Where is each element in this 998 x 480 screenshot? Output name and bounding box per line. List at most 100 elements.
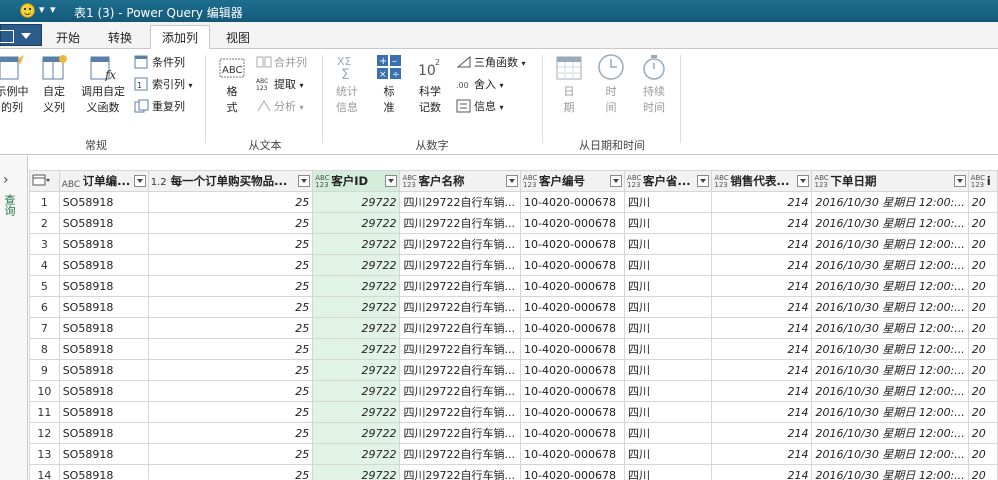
table-cell[interactable]: 10-4020-000678 [520,359,626,381]
tab-transform[interactable]: 转换 [98,26,142,49]
customize-quick-access-icon[interactable]: ▾ [50,3,56,16]
table-cell[interactable]: 10-4020-000678 [520,296,626,318]
table-cell[interactable]: 2016/10/30 星期日 12:00:... [811,254,969,276]
table-cell[interactable]: 四川29722自行车销... [399,296,522,318]
chevron-down-icon[interactable]: ▾ [500,81,504,90]
table-cell[interactable]: SO58918 [58,422,149,444]
table-cell[interactable]: 29722 [312,401,401,423]
table-cell[interactable]: 四川 [624,296,713,318]
table-cell[interactable]: 214 [711,275,813,297]
type-any-icon[interactable]: ABC 123 [627,175,641,189]
column-header[interactable]: ABC 订单编... [58,170,149,192]
table-cell[interactable]: 29722 [312,443,401,465]
table-cell[interactable]: 29722 [312,212,401,234]
invoke-custom-function-button[interactable]: fx 调用自定 义函数 [78,53,128,116]
filter-button[interactable] [610,175,623,187]
column-header[interactable]: ABC 123 客户省... [624,170,713,192]
table-cell[interactable]: 四川29722自行车销... [399,191,522,213]
column-from-examples-button[interactable]: 示例中 的列 [0,53,32,116]
extract-button[interactable]: ABC 123 提取 ▾ [256,75,304,95]
table-cell[interactable]: 20 [967,275,998,297]
table-cell[interactable]: 29722 [312,464,401,480]
type-any-icon[interactable]: ABC 123 [523,175,537,189]
table-cell[interactable]: 10-4020-000678 [520,254,626,276]
table-cell[interactable]: 25 [147,443,314,465]
undo-icon[interactable]: ▾ [39,3,45,16]
table-cell[interactable]: 四川29722自行车销... [399,422,522,444]
parse-button[interactable]: 分析 ▾ [256,97,304,117]
chevron-down-icon[interactable]: ▾ [300,81,304,90]
filter-button[interactable] [506,175,519,187]
table-cell[interactable]: 四川29722自行车销... [399,401,522,423]
duration-button[interactable]: 持续 时间 [634,53,674,116]
table-cell[interactable]: 2016/10/30 星期日 12:00:... [811,380,969,402]
filter-button[interactable] [697,175,710,187]
table-cell[interactable]: 2016/10/30 星期日 12:00:... [811,212,969,234]
select-all-corner[interactable] [29,170,60,192]
column-header[interactable]: ABC 123 下单日期 [811,170,969,192]
column-header-selected[interactable]: ABC 123 客户ID [312,170,401,192]
table-cell[interactable]: 20 [967,401,998,423]
table-cell[interactable]: 29722 [312,422,401,444]
table-cell[interactable]: 四川29722自行车销... [399,380,522,402]
table-cell[interactable]: 10-4020-000678 [520,401,626,423]
chevron-down-icon[interactable]: ▾ [300,103,304,112]
table-cell[interactable]: 10-4020-000678 [520,380,626,402]
column-header[interactable]: ABC 123 客户名称 [399,170,522,192]
table-cell[interactable]: 25 [147,275,314,297]
table-cell[interactable]: SO58918 [58,443,149,465]
table-cell[interactable]: 214 [711,212,813,234]
table-cell[interactable]: 20 [967,464,998,480]
table-cell[interactable]: 25 [147,464,314,480]
table-cell[interactable]: 25 [147,338,314,360]
table-cell[interactable]: 25 [147,380,314,402]
table-cell[interactable]: 214 [711,233,813,255]
type-text-icon[interactable]: ABC [62,181,80,190]
tab-view[interactable]: 视图 [216,26,260,49]
table-cell[interactable]: 20 [967,233,998,255]
table-cell[interactable]: 四川 [624,212,713,234]
table-cell[interactable]: 29722 [312,296,401,318]
table-cell[interactable]: 29722 [312,359,401,381]
table-cell[interactable]: 29722 [312,233,401,255]
statistics-button[interactable]: XΣ Σ 统计 信息 [328,53,366,116]
table-cell[interactable]: SO58918 [58,464,149,480]
type-decimal-icon[interactable]: 1.2 [151,177,167,188]
table-cell[interactable]: 10-4020-000678 [520,275,626,297]
table-cell[interactable]: 25 [147,359,314,381]
table-cell[interactable]: 2016/10/30 星期日 12:00:... [811,359,969,381]
chevron-down-icon[interactable]: ▾ [189,81,193,90]
table-cell[interactable]: 10-4020-000678 [520,464,626,480]
conditional-column-button[interactable]: 条件列 [134,53,185,73]
table-cell[interactable]: 2016/10/30 星期日 12:00:... [811,422,969,444]
table-cell[interactable]: 2016/10/30 星期日 12:00:... [811,338,969,360]
table-cell[interactable]: 29722 [312,275,401,297]
table-cell[interactable]: 214 [711,338,813,360]
table-cell[interactable]: 20 [967,254,998,276]
table-cell[interactable]: 10-4020-000678 [520,443,626,465]
table-cell[interactable]: 25 [147,233,314,255]
table-cell[interactable]: 214 [711,317,813,339]
table-cell[interactable]: 四川29722自行车销... [399,317,522,339]
table-cell[interactable]: SO58918 [58,275,149,297]
duplicate-column-button[interactable]: 重复列 [134,97,185,117]
table-cell[interactable]: 四川 [624,422,713,444]
table-cell[interactable]: 四川 [624,233,713,255]
table-cell[interactable]: SO58918 [58,212,149,234]
table-cell[interactable]: 25 [147,191,314,213]
trigonometry-button[interactable]: 三角函数 ▾ [456,53,526,73]
rounding-button[interactable]: .00 舍入 ▾ [456,75,504,95]
table-cell[interactable]: 四川 [624,380,713,402]
table-cell[interactable]: 四川29722自行车销... [399,359,522,381]
table-cell[interactable]: 20 [967,317,998,339]
table-cell[interactable]: 10-4020-000678 [520,191,626,213]
time-button[interactable]: 时 间 [594,53,628,116]
table-cell[interactable]: 四川29722自行车销... [399,233,522,255]
chevron-down-icon[interactable]: ▾ [522,59,526,68]
tab-home[interactable]: 开始 [46,26,90,49]
table-cell[interactable]: SO58918 [58,191,149,213]
table-cell[interactable]: 四川29722自行车销... [399,338,522,360]
table-cell[interactable]: 四川29722自行车销... [399,212,522,234]
table-cell[interactable]: 20 [967,443,998,465]
table-cell[interactable]: 2016/10/30 星期日 12:00:... [811,275,969,297]
